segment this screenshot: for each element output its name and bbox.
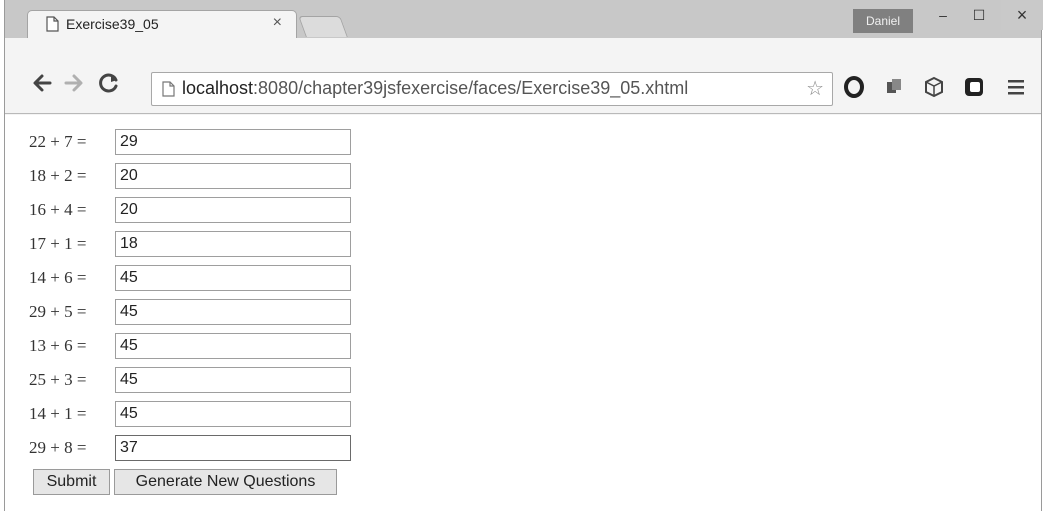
question-row: 18 + 2 = <box>29 163 351 189</box>
question-label: 25 + 3 = <box>29 370 87 389</box>
question-row: 14 + 6 = <box>29 265 351 291</box>
new-tab-button[interactable] <box>298 16 348 37</box>
answer-input[interactable] <box>115 299 351 325</box>
url-text[interactable]: localhost:8080/chapter39jsfexercise/face… <box>182 78 688 99</box>
question-label: 29 + 8 = <box>29 438 87 457</box>
answer-input[interactable] <box>115 265 351 291</box>
question-row: 22 + 7 = <box>29 129 351 155</box>
question-row: 29 + 8 = <box>29 435 351 461</box>
question-label: 14 + 1 = <box>29 404 87 423</box>
submit-button[interactable]: Submit <box>33 469 110 495</box>
reload-icon[interactable] <box>98 72 120 94</box>
opera-icon[interactable] <box>843 76 865 98</box>
question-label: 22 + 7 = <box>29 132 87 151</box>
box-icon[interactable] <box>923 76 945 98</box>
puzzle-icon[interactable] <box>883 76 905 98</box>
title-bar: Exercise39_05 × Daniel – ☐ × <box>5 0 1043 38</box>
generate-new-questions-button[interactable]: Generate New Questions <box>114 469 337 495</box>
question-row: 17 + 1 = <box>29 231 351 257</box>
star-icon[interactable]: ☆ <box>806 76 824 101</box>
url-host: localhost <box>182 78 254 98</box>
question-label: 16 + 4 = <box>29 200 87 219</box>
menu-icon[interactable] <box>1007 78 1025 96</box>
answer-input[interactable] <box>115 231 351 257</box>
question-row: 25 + 3 = <box>29 367 351 393</box>
question-row: 16 + 4 = <box>29 197 351 223</box>
question-row: 29 + 5 = <box>29 299 351 325</box>
question-label: 17 + 1 = <box>29 234 87 253</box>
question-row: 13 + 6 = <box>29 333 351 359</box>
doc-icon <box>46 16 59 32</box>
forward-icon[interactable] <box>63 72 85 94</box>
answer-input[interactable] <box>115 163 351 189</box>
answer-input[interactable] <box>115 401 351 427</box>
question-label: 13 + 6 = <box>29 336 87 355</box>
question-row: 14 + 1 = <box>29 401 351 427</box>
back-icon[interactable] <box>31 72 53 94</box>
question-label: 14 + 6 = <box>29 268 87 287</box>
user-badge[interactable]: Daniel <box>853 9 913 33</box>
question-label: 18 + 2 = <box>29 166 87 185</box>
browser-tab[interactable]: Exercise39_05 × <box>27 10 297 38</box>
square-icon[interactable] <box>963 76 985 98</box>
url-path: :8080/chapter39jsfexercise/faces/Exercis… <box>253 78 689 98</box>
answer-input[interactable] <box>115 129 351 155</box>
answer-input[interactable] <box>115 333 351 359</box>
address-bar[interactable]: localhost:8080/chapter39jsfexercise/face… <box>151 72 833 106</box>
answer-input[interactable] <box>115 367 351 393</box>
tab-close-icon[interactable]: × <box>273 14 282 32</box>
browser-window: Exercise39_05 × Daniel – ☐ × localhost:8… <box>4 0 1043 511</box>
page-icon <box>162 81 175 97</box>
maximize-button[interactable]: ☐ <box>962 0 996 30</box>
close-window-button[interactable]: × <box>1001 0 1043 30</box>
answer-input[interactable] <box>115 435 351 461</box>
tab-title: Exercise39_05 <box>66 16 159 32</box>
answer-input[interactable] <box>115 197 351 223</box>
minimize-button[interactable]: – <box>926 0 960 30</box>
question-label: 29 + 5 = <box>29 302 87 321</box>
